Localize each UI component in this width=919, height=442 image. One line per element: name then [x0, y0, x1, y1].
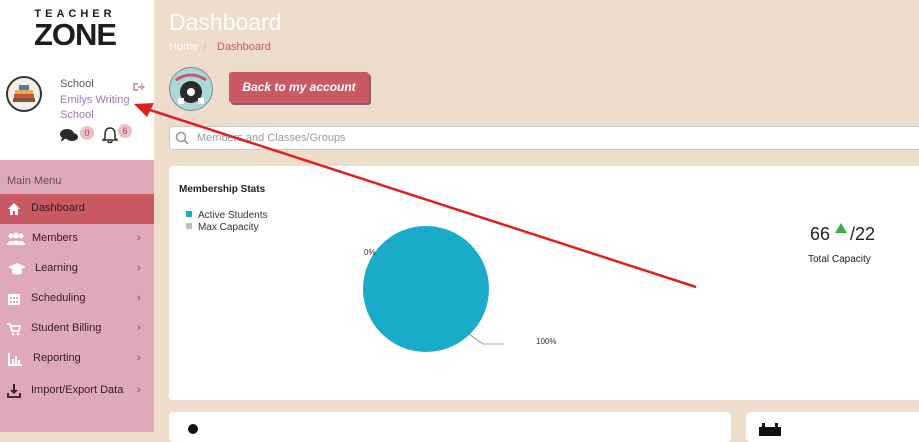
messages-icon[interactable]: [60, 128, 78, 144]
download-icon: [7, 384, 21, 398]
sidebar: TEACHER ZONE School Emilys Writing Schoo…: [0, 0, 154, 432]
search-input[interactable]: [197, 130, 797, 146]
brand-logo-main: ZONE: [33, 17, 117, 52]
cart-icon: [7, 323, 21, 336]
legend-swatch: [186, 223, 192, 230]
sidebar-item-label: Learning: [35, 262, 78, 274]
legend-swatch: [186, 211, 192, 218]
sidebar-item-learning[interactable]: Learning ›: [0, 254, 154, 284]
main-menu-title: Main Menu: [7, 175, 62, 187]
legend-label: Active Students: [198, 210, 268, 221]
sidebar-item-label: Dashboard: [31, 202, 85, 214]
sidebar-item-label: Members: [32, 232, 78, 244]
arrow-up-icon: [835, 223, 847, 233]
chevron-right-icon: ›: [137, 232, 141, 244]
bar-chart-icon: [8, 353, 22, 366]
avatar-image: [13, 85, 35, 102]
max-capacity-count: /22: [850, 224, 876, 244]
messages-badge: 0: [80, 126, 94, 140]
sidebar-item-import-export[interactable]: Import/Export Data ›: [0, 376, 154, 406]
sidebar-item-reporting[interactable]: Reporting ›: [0, 344, 154, 374]
active-count: 66: [810, 224, 831, 244]
search-icon: [175, 131, 189, 145]
sidebar-item-label: Reporting: [33, 352, 81, 364]
home-icon: [8, 203, 20, 215]
search-bar[interactable]: [169, 126, 919, 150]
calendar-icon: [759, 423, 781, 436]
profile-role: School: [60, 78, 94, 90]
notifications-badge: 6: [118, 124, 132, 138]
members-card: [169, 412, 731, 442]
pie-label-max-capacity: 0%: [364, 248, 376, 257]
sidebar-item-members[interactable]: Members ›: [0, 224, 154, 254]
logout-icon[interactable]: [132, 81, 146, 93]
back-to-account-label: Back to my account: [242, 80, 356, 94]
back-to-account-button[interactable]: Back to my account: [229, 72, 369, 103]
sidebar-item-label: Student Billing: [31, 322, 102, 334]
legend-item-max-capacity[interactable]: Max Capacity: [186, 222, 259, 233]
avatar[interactable]: [6, 76, 42, 112]
chevron-right-icon: ›: [137, 262, 141, 274]
sidebar-item-dashboard[interactable]: Dashboard: [0, 194, 154, 224]
person-icon: [188, 424, 198, 434]
sidebar-item-label: Scheduling: [31, 292, 86, 304]
bell-icon[interactable]: [102, 127, 118, 144]
sidebar-item-student-billing[interactable]: Student Billing ›: [0, 314, 154, 344]
total-capacity-label: Total Capacity: [808, 254, 871, 265]
legend-label: Max Capacity: [198, 222, 259, 233]
chevron-right-icon: ›: [137, 322, 141, 334]
sidebar-item-label: Import/Export Data: [31, 384, 124, 396]
schedule-card: [746, 412, 919, 442]
breadcrumb-separator: /: [203, 41, 207, 53]
page-title: Dashboard: [169, 9, 282, 35]
breadcrumb-home[interactable]: Home: [169, 41, 198, 53]
sidebar-header: TEACHER ZONE School Emilys Writing Schoo…: [0, 0, 154, 160]
membership-stats-card: Membership Stats Active Students Max Cap…: [169, 166, 919, 400]
chevron-right-icon: ›: [137, 292, 141, 304]
pie-slice-active-students[interactable]: [363, 226, 489, 352]
profile-school-name[interactable]: Emilys Writing School: [60, 93, 138, 123]
pie-label-active-students: 100%: [536, 337, 557, 346]
calendar-icon: [8, 294, 20, 305]
school-logo-image: [171, 69, 211, 109]
membership-stats-title: Membership Stats: [179, 184, 266, 195]
school-logo: [169, 67, 213, 111]
members-icon: [7, 232, 25, 245]
chevron-right-icon: ›: [137, 352, 141, 364]
breadcrumb-current: Dashboard: [217, 41, 271, 53]
chevron-right-icon: ›: [137, 384, 141, 396]
pie-leader-line: [468, 333, 504, 345]
graduation-cap-icon: [8, 263, 26, 275]
brand-logo[interactable]: TEACHER ZONE: [29, 8, 121, 52]
sidebar-item-scheduling[interactable]: Scheduling ›: [0, 284, 154, 314]
legend-item-active-students[interactable]: Active Students: [186, 210, 267, 221]
